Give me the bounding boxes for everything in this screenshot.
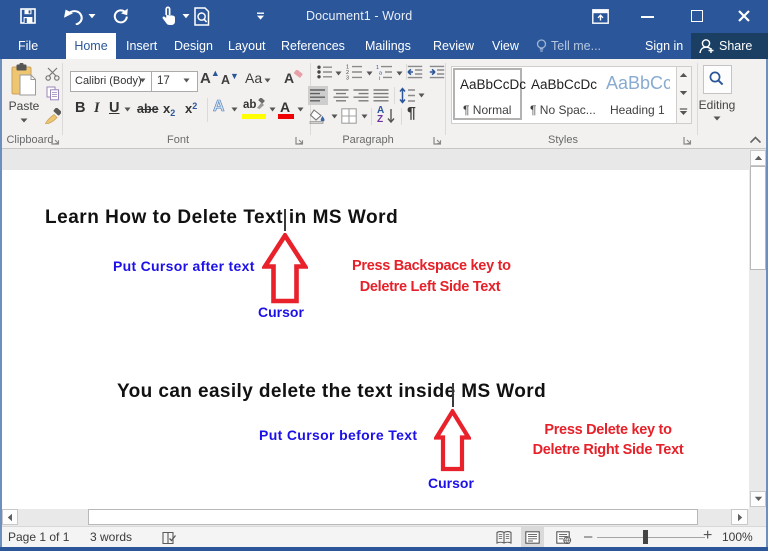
svg-text:3: 3: [346, 75, 349, 80]
svg-text:i: i: [379, 76, 380, 80]
